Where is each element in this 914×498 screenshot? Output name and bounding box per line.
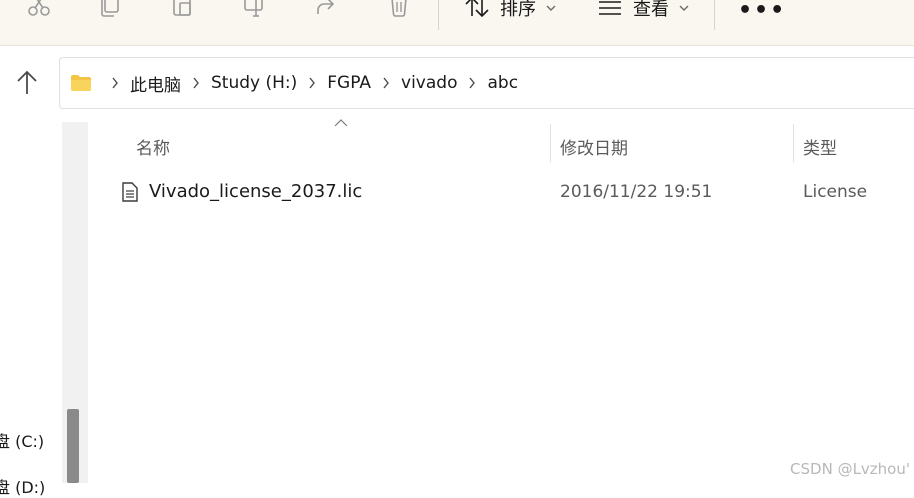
nav-item-drive-d[interactable]: 盘 (D:) xyxy=(0,474,45,498)
address-bar[interactable]: 此电脑 Study (H:) FGPA vivado abc xyxy=(59,57,914,109)
sort-label: 排序 xyxy=(500,0,536,20)
chevron-down-icon xyxy=(679,5,689,11)
column-divider[interactable] xyxy=(793,124,794,162)
breadcrumb-item-vivado[interactable]: vivado xyxy=(401,73,457,93)
watermark: CSDN @Lvzhou' xyxy=(790,460,910,478)
file-modified-date: 2016/11/22 19:51 xyxy=(560,182,713,202)
column-header-row: 名称 修改日期 类型 xyxy=(90,119,914,166)
file-type: License xyxy=(803,182,868,202)
toolbar-separator xyxy=(438,0,439,30)
sort-button[interactable]: 排序 xyxy=(464,0,556,20)
chevron-right-icon[interactable] xyxy=(111,77,119,89)
view-list-icon xyxy=(599,1,621,15)
document-icon xyxy=(122,182,138,202)
command-bar: 排序 查看 ••• xyxy=(0,0,914,46)
sort-ascending-icon xyxy=(334,119,348,127)
chevron-right-icon[interactable] xyxy=(468,77,476,89)
cut-icon[interactable] xyxy=(26,0,52,20)
paste-icon[interactable] xyxy=(170,0,196,20)
nav-scrollbar-thumb[interactable] xyxy=(67,409,79,483)
column-header-name[interactable]: 名称 xyxy=(136,134,170,159)
breadcrumb-item-fgpa[interactable]: FGPA xyxy=(327,73,371,93)
breadcrumb-item-this-pc[interactable]: 此电脑 xyxy=(130,71,181,96)
share-icon[interactable] xyxy=(314,0,340,20)
column-header-type[interactable]: 类型 xyxy=(803,134,837,159)
breadcrumb-item-abc[interactable]: abc xyxy=(487,73,518,93)
chevron-right-icon[interactable] xyxy=(192,77,200,89)
breadcrumb-item-drive[interactable]: Study (H:) xyxy=(211,73,297,93)
rename-icon[interactable] xyxy=(242,0,268,20)
sort-icon xyxy=(465,0,489,18)
chevron-right-icon[interactable] xyxy=(382,77,390,89)
chevron-down-icon xyxy=(546,5,556,11)
folder-icon xyxy=(71,75,91,91)
more-options-button[interactable]: ••• xyxy=(738,0,786,23)
column-divider[interactable] xyxy=(550,124,551,162)
toolbar-separator xyxy=(714,0,715,30)
up-arrow-icon[interactable] xyxy=(16,70,38,96)
view-button[interactable]: 查看 xyxy=(597,0,689,20)
file-row[interactable]: Vivado_license_2037.lic 2016/11/22 19:51… xyxy=(90,172,914,212)
chevron-right-icon[interactable] xyxy=(308,77,316,89)
column-header-date[interactable]: 修改日期 xyxy=(560,134,628,159)
nav-item-drive-c[interactable]: 盘 (C:) xyxy=(0,428,44,452)
view-label: 查看 xyxy=(633,0,669,20)
delete-icon[interactable] xyxy=(386,0,412,20)
breadcrumb: 此电脑 Study (H:) FGPA vivado abc xyxy=(70,58,518,108)
copy-icon[interactable] xyxy=(98,0,124,20)
file-name[interactable]: Vivado_license_2037.lic xyxy=(149,181,362,202)
